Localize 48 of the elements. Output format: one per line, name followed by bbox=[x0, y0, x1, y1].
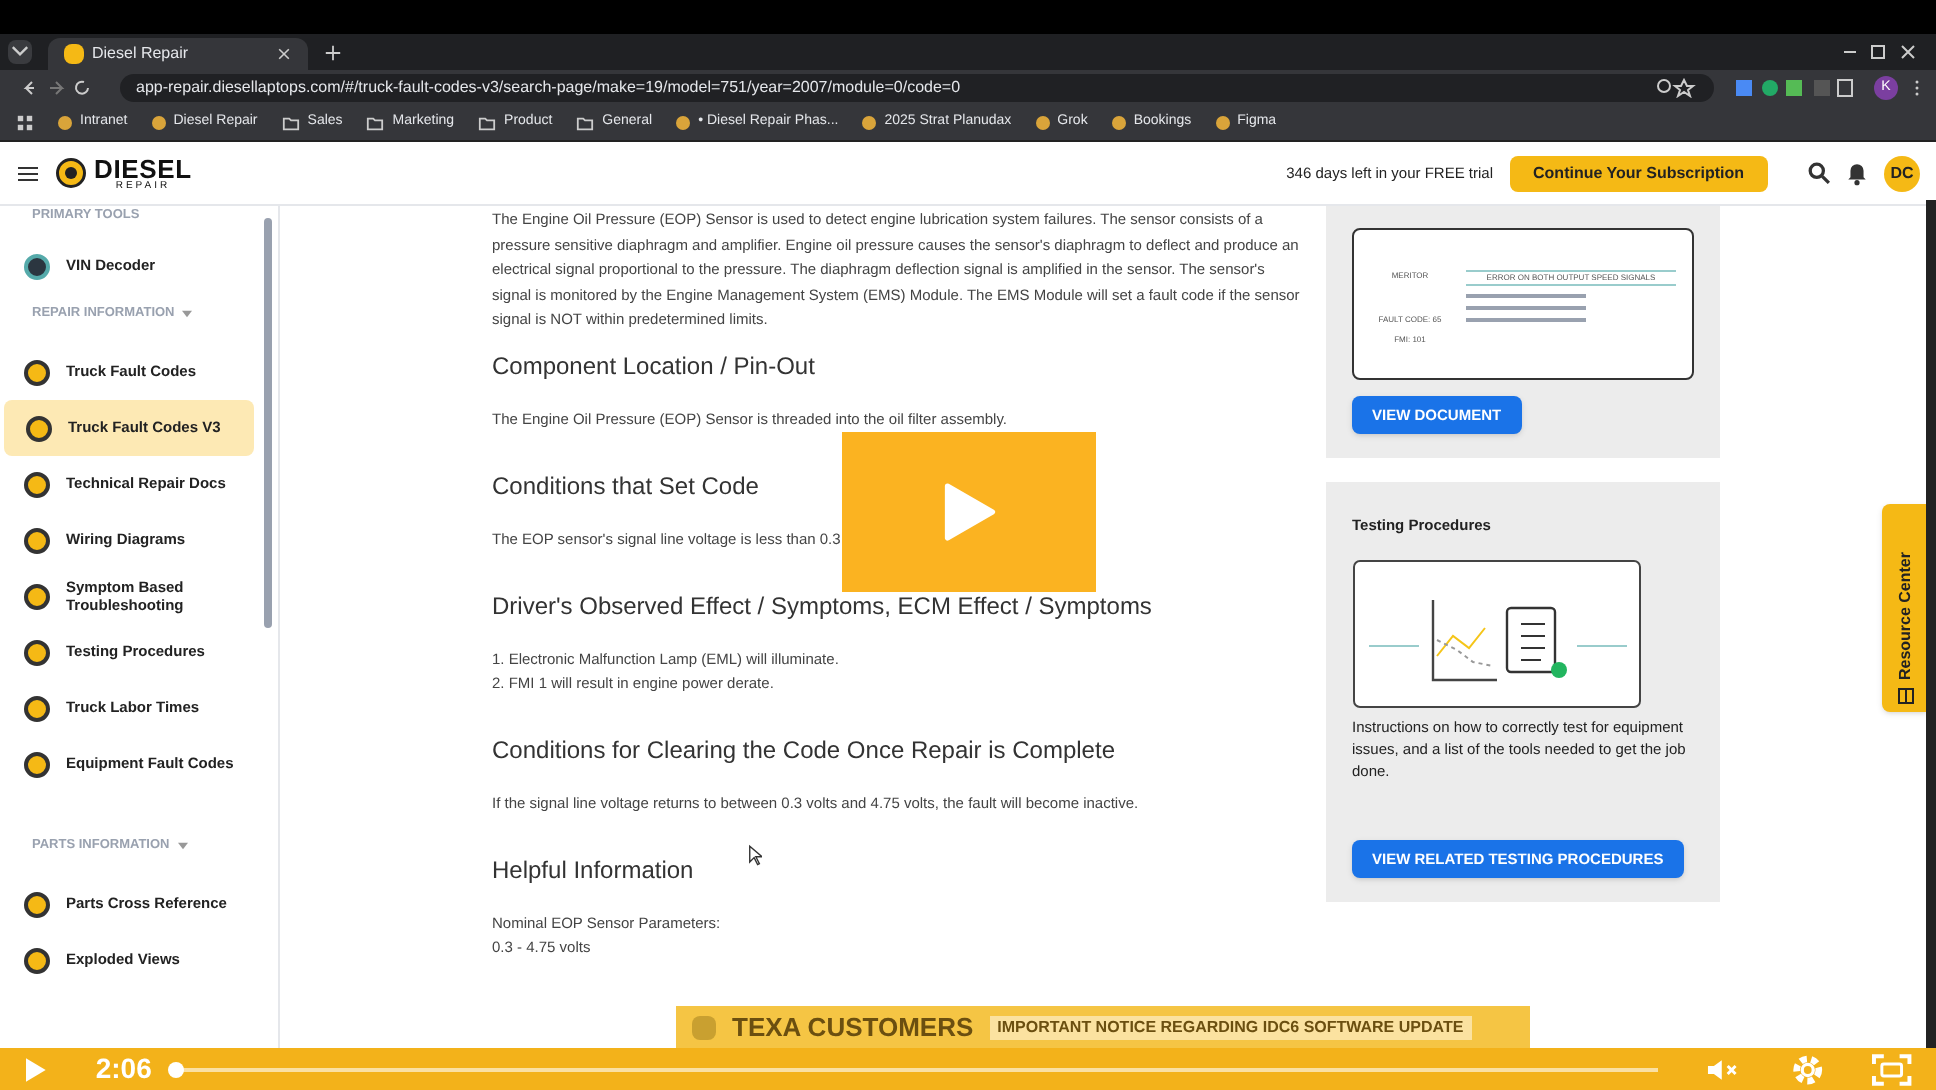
banner-title: TEXA CUSTOMERS bbox=[732, 1009, 974, 1046]
menu-icon[interactable] bbox=[1914, 78, 1920, 98]
tab-title: Diesel Repair bbox=[92, 42, 191, 66]
resource-center-tab[interactable]: Resource Center bbox=[1882, 504, 1928, 712]
folder-icon bbox=[366, 115, 385, 131]
folder-icon bbox=[281, 115, 300, 131]
text-line bbox=[1466, 318, 1586, 322]
apps-icon[interactable] bbox=[16, 114, 34, 132]
progress-thumb[interactable] bbox=[167, 1061, 184, 1077]
search-icon[interactable] bbox=[1808, 162, 1830, 184]
video-time: 2:06 bbox=[95, 1050, 152, 1088]
text-line bbox=[1466, 294, 1586, 298]
cursor-icon bbox=[748, 844, 762, 866]
new-tab-icon[interactable] bbox=[324, 44, 342, 62]
folder-icon bbox=[478, 115, 497, 131]
section-heading: Driver's Observed Effect / Symptoms, ECM Effect / Symptoms bbox=[492, 591, 1152, 619]
folder-icon bbox=[576, 115, 595, 131]
caret-icon[interactable] bbox=[182, 310, 193, 318]
browser-tab[interactable]: Diesel Repair bbox=[48, 38, 308, 70]
menu-icon[interactable] bbox=[16, 163, 40, 183]
section-heading: Conditions for Clearing the Code Once Repair is Complete bbox=[492, 735, 1115, 763]
bell-icon[interactable] bbox=[1846, 161, 1868, 185]
section-heading: Component Location / Pin-Out bbox=[492, 351, 815, 379]
section-heading: Conditions that Set Code bbox=[492, 471, 759, 499]
site-icon bbox=[862, 116, 877, 130]
site-icon bbox=[1111, 116, 1126, 130]
tab-list-icon[interactable] bbox=[8, 40, 32, 64]
book-icon bbox=[1897, 688, 1913, 704]
site-icon bbox=[676, 116, 691, 130]
banner-notice: IMPORTANT NOTICE REGARDING IDC6 SOFTWARE UPDATE bbox=[989, 1015, 1472, 1039]
play-icon bbox=[943, 482, 995, 542]
caret-icon[interactable] bbox=[177, 842, 188, 850]
site-icon bbox=[151, 116, 166, 130]
site-icon bbox=[58, 116, 72, 130]
site-icon bbox=[1035, 116, 1050, 130]
favicon-icon bbox=[64, 44, 84, 64]
zoom-star-icon[interactable] bbox=[1654, 78, 1698, 98]
text-line bbox=[1466, 306, 1586, 310]
section-heading: Helpful Information bbox=[492, 855, 694, 883]
address-bar[interactable]: app-repair.diesellaptops.com/#/truck-fault-codes-v3/search-page/make=19/model=751/year=2007/module=0/code=0 bbox=[120, 74, 1714, 102]
subscribe-button[interactable]: Continue Your Subscription bbox=[1509, 155, 1768, 191]
announcement-banner[interactable]: TEXA CUSTOMERS IMPORTANT NOTICE REGARDING IDC6 SOFTWARE UPDATE bbox=[676, 1006, 1530, 1048]
url-text: app-repair.diesellaptops.com/#/truck-fault-codes-v3/search-page/make=19/model=751/year=2007/module=0/code=0 bbox=[136, 76, 963, 100]
extension-icon[interactable] bbox=[1730, 78, 1858, 98]
user-avatar[interactable]: DC bbox=[1884, 155, 1920, 191]
site-icon bbox=[1215, 116, 1230, 130]
close-icon[interactable] bbox=[276, 46, 292, 62]
scrollbar-thumb[interactable] bbox=[264, 218, 272, 628]
